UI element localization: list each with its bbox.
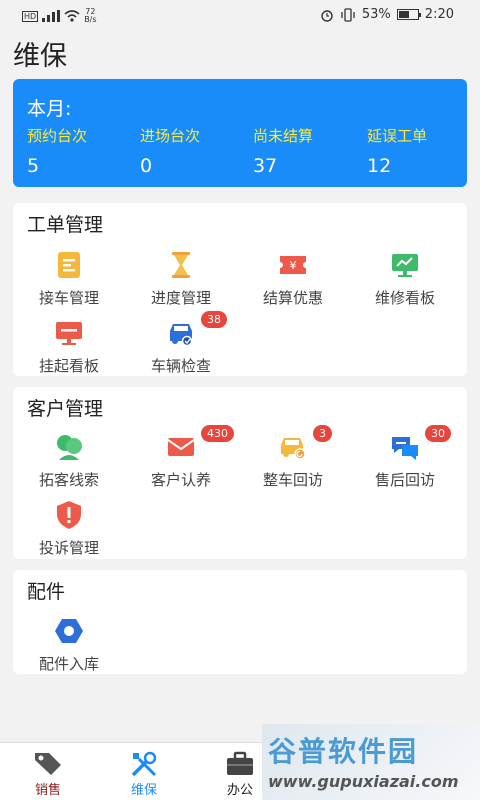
wifi-icon bbox=[64, 10, 80, 22]
customer-section: 客户管理 拓客线索 430 客户认养 3 整车回访 30 售后回访 投诉管理 bbox=[13, 387, 467, 559]
item-label: 拓客线索 bbox=[38, 471, 99, 489]
tools-icon bbox=[131, 751, 157, 777]
users-icon bbox=[57, 435, 82, 460]
item-label: 挂起看板 bbox=[38, 357, 99, 375]
battery-percent: 53% bbox=[361, 7, 391, 22]
net-speed: 72 B/s bbox=[84, 7, 97, 24]
item-label: 整车回访 bbox=[262, 471, 323, 489]
signal-icon bbox=[42, 10, 61, 22]
item-label: 客户认养 bbox=[150, 471, 211, 489]
stat-value: 12 bbox=[367, 155, 392, 177]
briefcase-icon bbox=[227, 751, 253, 775]
stat-unsettled[interactable]: 尚未结算 37 bbox=[253, 125, 363, 177]
battery-icon bbox=[396, 9, 421, 20]
parts-inbound[interactable]: 配件入库 bbox=[13, 615, 125, 677]
watermark-url: www.gupuxiazai.com bbox=[268, 772, 459, 791]
stat-value: 37 bbox=[253, 155, 278, 177]
stat-label: 延误工单 bbox=[367, 127, 428, 145]
vehicle-inspection[interactable]: 38 车辆检查 bbox=[125, 311, 237, 379]
item-label: 车辆检查 bbox=[150, 357, 211, 375]
car-check-icon bbox=[170, 324, 193, 347]
section-title: 客户管理 bbox=[27, 398, 104, 420]
hex-nut-icon bbox=[55, 619, 83, 643]
stat-booked[interactable]: 预约台次 5 bbox=[27, 125, 137, 177]
item-label: 进度管理 bbox=[150, 289, 211, 307]
hourglass-icon bbox=[172, 252, 190, 278]
customer-leads[interactable]: 拓客线索 bbox=[13, 431, 125, 493]
tag-icon bbox=[35, 753, 61, 775]
tab-sales[interactable]: 销售 bbox=[0, 743, 96, 800]
monitor-chart-icon bbox=[392, 254, 418, 277]
chat-icon bbox=[392, 437, 418, 460]
vehicle-callback[interactable]: 3 整车回访 bbox=[237, 425, 349, 493]
after-sales-callback[interactable]: 30 售后回访 bbox=[349, 425, 461, 493]
notification-badge: 38 bbox=[201, 311, 227, 328]
monthly-summary-card: 本月: 预约台次 5 进场台次 0 尚未结算 37 延误工单 12 bbox=[13, 79, 467, 187]
monitor-icon bbox=[56, 322, 82, 345]
section-title: 配件 bbox=[27, 581, 66, 603]
stat-label: 进场台次 bbox=[140, 127, 201, 145]
stat-label: 预约台次 bbox=[27, 127, 88, 145]
stat-value: 0 bbox=[140, 155, 153, 177]
settlement-discount[interactable]: ¥ 结算优惠 bbox=[237, 249, 349, 311]
reception-management[interactable]: 接车管理 bbox=[13, 249, 125, 311]
stat-delayed[interactable]: 延误工单 12 bbox=[367, 125, 477, 177]
stat-label: 尚未结算 bbox=[253, 127, 314, 145]
notification-badge: 430 bbox=[201, 425, 234, 442]
shield-alert-icon bbox=[57, 501, 81, 529]
tab-label: 维保 bbox=[130, 783, 157, 798]
alarm-icon bbox=[321, 9, 333, 22]
page-title: 维保 bbox=[13, 41, 67, 72]
stat-entered[interactable]: 进场台次 0 bbox=[140, 125, 250, 177]
item-label: 接车管理 bbox=[38, 289, 99, 307]
parts-section: 配件 配件入库 bbox=[13, 570, 467, 674]
clock: 2:20 bbox=[424, 7, 454, 22]
complaint-management[interactable]: 投诉管理 bbox=[13, 499, 125, 561]
section-title: 工单管理 bbox=[27, 214, 104, 236]
month-label: 本月: bbox=[27, 98, 72, 120]
suspended-board[interactable]: 挂起看板 bbox=[13, 317, 125, 379]
repair-board[interactable]: 维修看板 bbox=[349, 249, 461, 311]
item-label: 配件入库 bbox=[38, 655, 99, 673]
tab-maintenance[interactable]: 维保 bbox=[96, 743, 192, 800]
hd-indicator: HD bbox=[22, 10, 39, 22]
svg-text:¥: ¥ bbox=[290, 259, 297, 272]
vibrate-icon bbox=[341, 7, 355, 22]
progress-management[interactable]: 进度管理 bbox=[125, 249, 237, 311]
stat-value: 5 bbox=[27, 155, 40, 177]
tab-label: 销售 bbox=[34, 783, 61, 798]
status-bar: HD 72 B/s 53% 2:20 bbox=[0, 0, 480, 32]
item-label: 维修看板 bbox=[374, 289, 435, 307]
notification-badge: 30 bbox=[425, 425, 451, 442]
envelope-icon bbox=[167, 438, 195, 456]
item-label: 投诉管理 bbox=[38, 539, 99, 557]
customer-adoption[interactable]: 430 客户认养 bbox=[125, 425, 237, 493]
notification-badge: 3 bbox=[313, 425, 332, 442]
car-return-icon bbox=[281, 438, 306, 460]
item-label: 售后回访 bbox=[374, 471, 435, 489]
item-label: 结算优惠 bbox=[262, 289, 323, 307]
watermark-title: 谷普软件园 bbox=[268, 735, 419, 768]
clipboard-icon bbox=[58, 252, 80, 278]
work-order-section: 工单管理 接车管理 进度管理 ¥ 结算优惠 维修看板 挂起看板 38 车辆检查 bbox=[13, 203, 467, 376]
watermark: 谷普软件园 www.gupuxiazai.com bbox=[262, 724, 480, 800]
coupon-icon: ¥ bbox=[280, 256, 306, 274]
